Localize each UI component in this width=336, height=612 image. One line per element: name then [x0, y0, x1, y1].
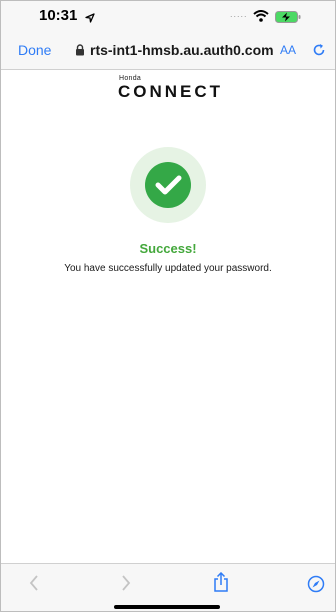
- address-url[interactable]: rts-int1-hmsb.au.auth0.com: [90, 42, 274, 58]
- reload-icon[interactable]: [312, 43, 326, 62]
- status-time: 10:31: [39, 7, 78, 24]
- honda-logo-small: Honda: [119, 75, 142, 82]
- compass-icon[interactable]: [307, 575, 325, 598]
- battery-charging-icon: [275, 10, 301, 28]
- location-arrow-icon: [85, 10, 95, 28]
- status-bar: 10:31 .....: [1, 1, 335, 31]
- success-message: You have successfully updated your passw…: [64, 263, 272, 274]
- connect-logo: CONNECT: [118, 82, 224, 101]
- signal-icon: .....: [230, 9, 248, 19]
- text-size-button[interactable]: AA: [280, 43, 296, 57]
- phone-screen: 10:31 ..... Done rts-int1-hmsb.au.auth0.…: [0, 0, 336, 612]
- chevron-right-icon[interactable]: [120, 574, 132, 597]
- success-title: Success!: [139, 241, 197, 256]
- home-indicator: [114, 605, 220, 609]
- lock-icon: [75, 43, 85, 61]
- chevron-left-icon[interactable]: [28, 574, 40, 597]
- done-button[interactable]: Done: [18, 42, 51, 58]
- browser-toolbar: Done rts-int1-hmsb.au.auth0.com AA: [1, 31, 335, 70]
- wifi-icon: [253, 9, 269, 27]
- share-icon[interactable]: [213, 571, 229, 597]
- success-badge: [130, 147, 206, 228]
